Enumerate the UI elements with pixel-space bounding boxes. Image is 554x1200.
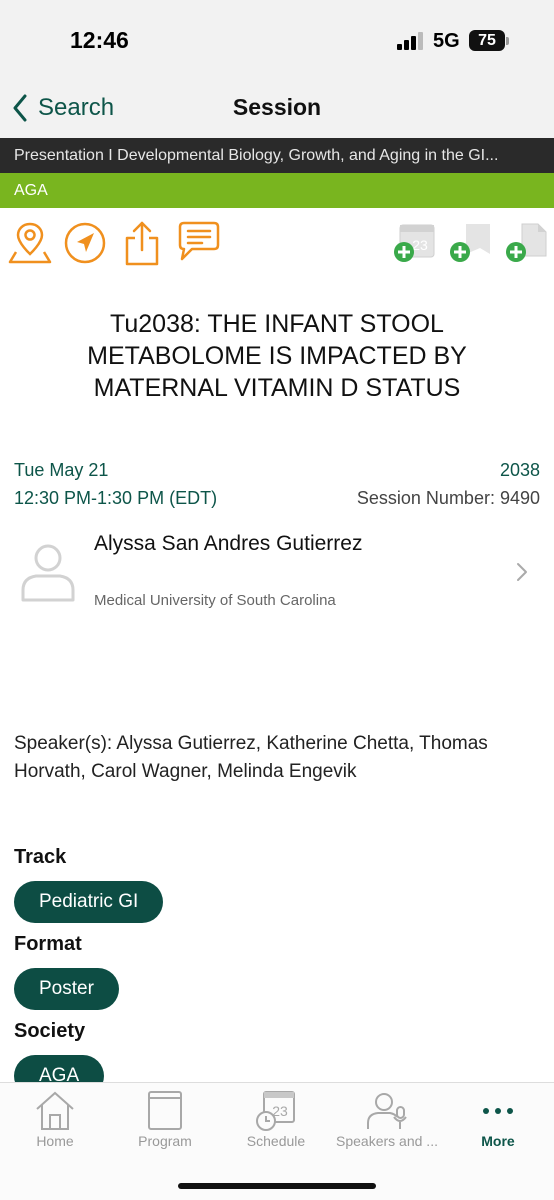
comment-icon[interactable]	[176, 220, 220, 266]
share-icon[interactable]	[120, 220, 164, 266]
home-indicator	[178, 1183, 376, 1189]
svg-text:23: 23	[412, 237, 428, 253]
session-numbers: 2038 Session Number: 9490	[357, 456, 540, 512]
society-banner: AGA	[0, 173, 554, 208]
session-number: Session Number: 9490	[356, 488, 540, 508]
session-datetime: Tue May 21 12:30 PM-1:30 PM (EDT)	[14, 456, 217, 512]
tab-program-label: Program	[138, 1133, 192, 1149]
more-icon	[483, 1108, 513, 1114]
session-code: 2038	[499, 460, 540, 480]
track-pill[interactable]: Pediatric GI	[14, 881, 164, 923]
session-title: Tu2038: THE INFANT STOOL METABOLOME IS I…	[87, 310, 467, 402]
book-icon	[148, 1091, 182, 1130]
battery-nub	[506, 37, 509, 45]
presenter-organization: Medical University of South Carolina	[94, 592, 336, 609]
presenter-name: Alyssa San Andres Gutierrez	[94, 532, 363, 555]
session-time: 12:30 PM-1:30 PM (EDT)	[14, 488, 218, 508]
avatar-icon	[21, 544, 75, 602]
format-pill[interactable]: Poster	[14, 968, 119, 1010]
tab-schedule-label: Schedule	[246, 1133, 306, 1149]
tab-speakers-label: Speakers and ...	[336, 1133, 438, 1149]
format-label: Format	[14, 933, 82, 955]
add-bookmark-icon[interactable]	[448, 220, 492, 266]
add-to-calendar-icon[interactable]: 23	[392, 220, 436, 266]
battery-icon: 75	[469, 30, 505, 51]
tab-more[interactable]: More	[443, 1089, 553, 1159]
tab-home[interactable]: Home	[0, 1089, 110, 1159]
status-bar: 12:46 5G 75	[0, 0, 554, 82]
tab-home-label: Home	[36, 1133, 74, 1149]
page-title: Session	[232, 94, 322, 120]
map-pin-icon[interactable]	[8, 220, 52, 266]
tab-program[interactable]: Program	[110, 1089, 220, 1159]
network-type: 5G	[433, 30, 460, 52]
tab-schedule[interactable]: 23 Schedule	[221, 1089, 331, 1159]
schedule-icon: 23	[256, 1091, 295, 1131]
speakers-list: Speaker(s): Alyssa Gutierrez, Katherine …	[14, 733, 488, 782]
signal-icon	[397, 32, 423, 50]
add-note-icon[interactable]	[504, 220, 548, 266]
status-time: 12:46	[70, 27, 129, 53]
presenter-row[interactable]: Alyssa San Andres Gutierrez Medical Univ…	[0, 526, 554, 622]
chevron-right-icon	[517, 563, 527, 581]
nav-bar: Search Session	[0, 82, 554, 138]
tab-speakers[interactable]: Speakers and ...	[332, 1089, 442, 1159]
category-banner: Presentation I Developmental Biology, Gr…	[0, 138, 554, 173]
home-icon	[36, 1091, 74, 1130]
session-date: Tue May 21	[14, 460, 109, 480]
track-label: Track	[14, 846, 67, 868]
speaker-icon	[367, 1093, 407, 1129]
navigation-icon[interactable]	[63, 220, 107, 266]
society-label: Society	[14, 1020, 86, 1042]
tab-more-label: More	[481, 1133, 515, 1149]
